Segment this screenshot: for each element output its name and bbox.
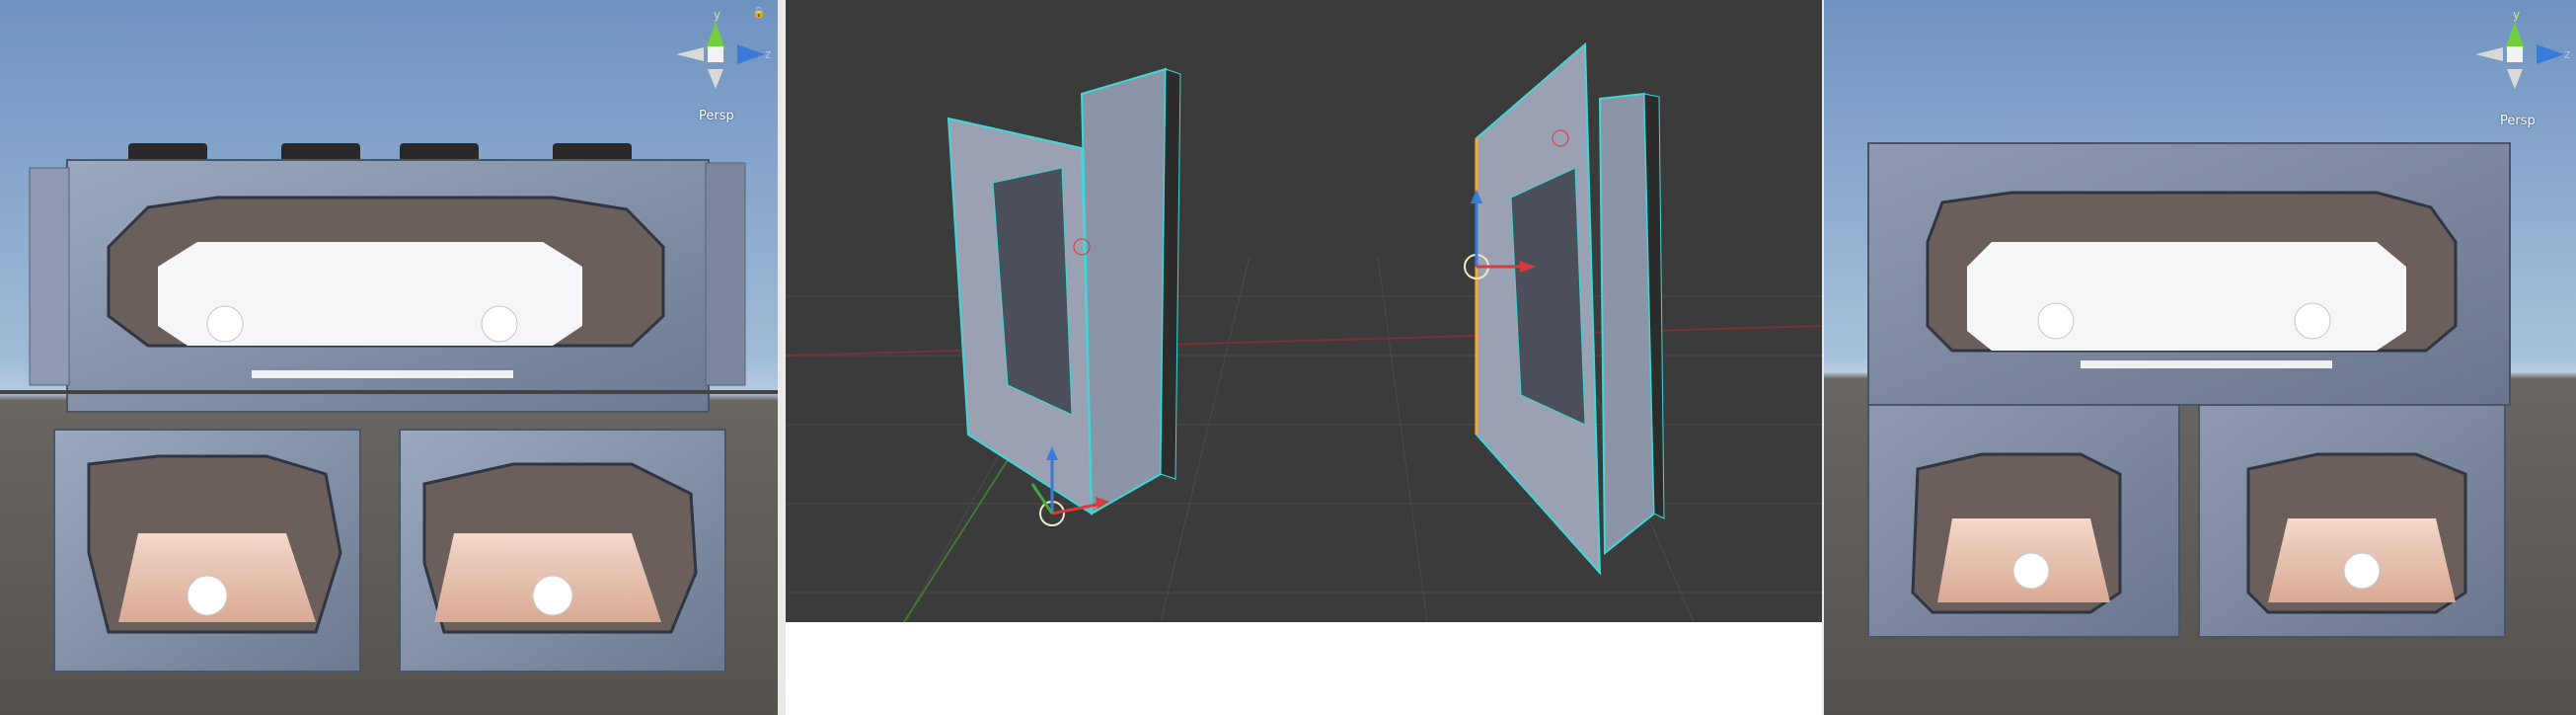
projection-label-right[interactable]: Persp	[2500, 114, 2536, 128]
gizmo-y-neg-arrow-icon[interactable]	[2507, 69, 2523, 89]
gizmo-y-label: y	[2513, 8, 2521, 22]
lower-room-module-right[interactable]	[399, 429, 726, 673]
lock-icon[interactable]: 🔒	[752, 6, 766, 19]
scene-canvas-right[interactable]	[1824, 0, 2576, 715]
gizmo-z-arrow-icon[interactable]	[2537, 44, 2564, 64]
gizmo-center-cube-icon[interactable]	[2507, 46, 2523, 62]
lower-room-module-left[interactable]	[53, 429, 361, 673]
gizmo-z-label: z	[2564, 47, 2571, 61]
gizmo-center-cube-icon[interactable]	[708, 46, 723, 62]
unity-scene-view-right[interactable]: y z Persp	[1824, 0, 2576, 715]
gizmo-y-arrow-icon[interactable]	[706, 22, 725, 49]
scene-canvas-left[interactable]	[0, 0, 778, 715]
orientation-gizmo-left[interactable]: y z	[676, 8, 775, 109]
orientation-gizmo-right[interactable]: y z	[2475, 8, 2574, 109]
projection-label-left[interactable]: Persp	[699, 109, 734, 123]
gizmo-y-neg-arrow-icon[interactable]	[708, 69, 723, 89]
gizmo-y-arrow-icon[interactable]	[2505, 22, 2525, 49]
upper-corridor-module-right[interactable]	[1867, 142, 2511, 406]
upper-corridor-module[interactable]	[0, 159, 778, 413]
blender-canvas[interactable]	[786, 0, 1822, 622]
gizmo-x-neg-arrow-icon[interactable]	[2475, 47, 2503, 61]
gizmo-x-neg-arrow-icon[interactable]	[676, 47, 704, 61]
gizmo-z-arrow-icon[interactable]	[737, 44, 765, 64]
gizmo-z-label: z	[765, 47, 772, 61]
unity-scene-view-left[interactable]: y z 🔒 Persp	[0, 0, 778, 715]
blender-3d-viewport[interactable]	[786, 0, 1822, 622]
divider	[778, 0, 786, 715]
gizmo-y-label: y	[714, 8, 721, 22]
